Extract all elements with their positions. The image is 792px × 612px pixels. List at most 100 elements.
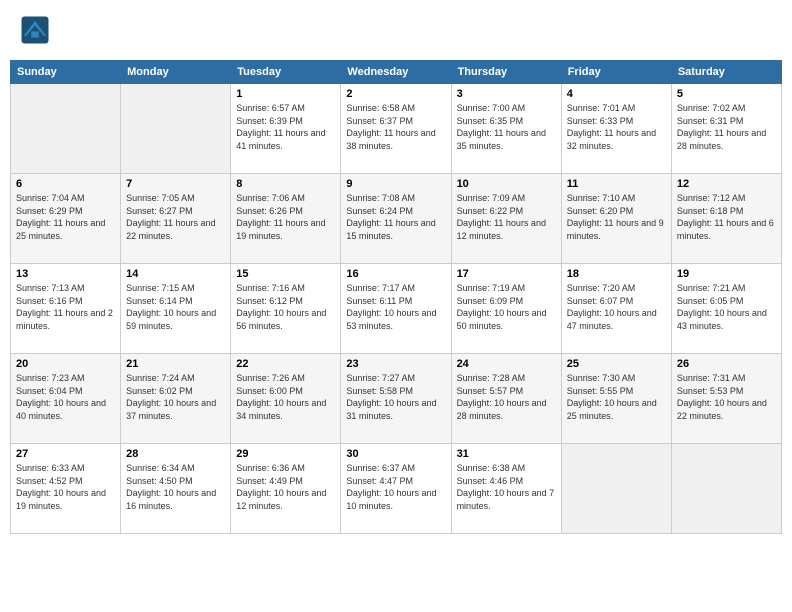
day-info: Sunrise: 7:05 AM Sunset: 6:27 PM Dayligh… bbox=[126, 192, 225, 242]
calendar-cell bbox=[11, 84, 121, 174]
day-info: Sunrise: 7:13 AM Sunset: 6:16 PM Dayligh… bbox=[16, 282, 115, 332]
day-number: 7 bbox=[126, 178, 225, 190]
day-info: Sunrise: 6:37 AM Sunset: 4:47 PM Dayligh… bbox=[346, 462, 445, 512]
calendar-cell: 17Sunrise: 7:19 AM Sunset: 6:09 PM Dayli… bbox=[451, 264, 561, 354]
day-info: Sunrise: 7:02 AM Sunset: 6:31 PM Dayligh… bbox=[677, 102, 776, 152]
calendar-week-2: 6Sunrise: 7:04 AM Sunset: 6:29 PM Daylig… bbox=[11, 174, 782, 264]
weekday-wednesday: Wednesday bbox=[341, 61, 451, 84]
calendar-cell: 11Sunrise: 7:10 AM Sunset: 6:20 PM Dayli… bbox=[561, 174, 671, 264]
day-number: 30 bbox=[346, 448, 445, 460]
calendar-cell: 24 Sunrise: 7:28 AM Sunset: 5:57 PM Dayli… bbox=[451, 354, 561, 444]
weekday-thursday: Thursday bbox=[451, 61, 561, 84]
calendar-cell: 10 Sunrise: 7:09 AM Sunset: 6:22 PM Dayli… bbox=[451, 174, 561, 264]
day-info: Sunrise: 6:33 AM Sunset: 4:52 PM Dayligh… bbox=[16, 462, 115, 512]
day-info: Sunrise: 6:58 AM Sunset: 6:37 PM Dayligh… bbox=[346, 102, 445, 152]
day-number: 13 bbox=[16, 268, 115, 280]
calendar-cell: 21 Sunrise: 7:24 AM Sunset: 6:02 PM Dayli… bbox=[121, 354, 231, 444]
day-info: Sunrise: 7:28 AM Sunset: 5:57 PM Dayligh… bbox=[457, 372, 556, 422]
calendar-cell: 2 Sunrise: 6:58 AM Sunset: 6:37 PM Daylig… bbox=[341, 84, 451, 174]
day-info: Sunrise: 7:15 AM Sunset: 6:14 PM Dayligh… bbox=[126, 282, 225, 332]
day-number: 2 bbox=[346, 88, 445, 100]
day-number: 14 bbox=[126, 268, 225, 280]
weekday-saturday: Saturday bbox=[671, 61, 781, 84]
weekday-tuesday: Tuesday bbox=[231, 61, 341, 84]
day-info: Sunrise: 7:27 AM Sunset: 5:58 PM Dayligh… bbox=[346, 372, 445, 422]
calendar-cell: 28 Sunrise: 6:34 AM Sunset: 4:50 PM Dayli… bbox=[121, 444, 231, 534]
calendar-week-3: 13 Sunrise: 7:13 AM Sunset: 6:16 PM Dayli… bbox=[11, 264, 782, 354]
calendar-cell: 16Sunrise: 7:17 AM Sunset: 6:11 PM Dayli… bbox=[341, 264, 451, 354]
day-number: 9 bbox=[346, 178, 445, 190]
day-number: 31 bbox=[457, 448, 556, 460]
calendar-cell: 20Sunrise: 7:23 AM Sunset: 6:04 PM Dayli… bbox=[11, 354, 121, 444]
calendar-cell: 19 Sunrise: 7:21 AM Sunset: 6:05 PM Dayli… bbox=[671, 264, 781, 354]
calendar-cell: 30 Sunrise: 6:37 AM Sunset: 4:47 PM Dayli… bbox=[341, 444, 451, 534]
day-number: 8 bbox=[236, 178, 335, 190]
day-number: 27 bbox=[16, 448, 115, 460]
calendar-cell: 23 Sunrise: 7:27 AM Sunset: 5:58 PM Dayli… bbox=[341, 354, 451, 444]
calendar-cell: 29 Sunrise: 6:36 AM Sunset: 4:49 PM Dayli… bbox=[231, 444, 341, 534]
day-info: Sunrise: 7:16 AM Sunset: 6:12 PM Dayligh… bbox=[236, 282, 335, 332]
calendar-cell: 4Sunrise: 7:01 AM Sunset: 6:33 PM Daylig… bbox=[561, 84, 671, 174]
day-info: Sunrise: 7:21 AM Sunset: 6:05 PM Dayligh… bbox=[677, 282, 776, 332]
day-number: 24 bbox=[457, 358, 556, 370]
day-info: Sunrise: 7:00 AM Sunset: 6:35 PM Dayligh… bbox=[457, 102, 556, 152]
day-number: 1 bbox=[236, 88, 335, 100]
day-number: 15 bbox=[236, 268, 335, 280]
calendar-cell: 5 Sunrise: 7:02 AM Sunset: 6:31 PM Daylig… bbox=[671, 84, 781, 174]
weekday-monday: Monday bbox=[121, 61, 231, 84]
day-info: Sunrise: 6:38 AM Sunset: 4:46 PM Dayligh… bbox=[457, 462, 556, 512]
weekday-friday: Friday bbox=[561, 61, 671, 84]
logo-icon bbox=[20, 15, 50, 45]
calendar-cell: 27 Sunrise: 6:33 AM Sunset: 4:52 PM Dayli… bbox=[11, 444, 121, 534]
day-info: Sunrise: 6:34 AM Sunset: 4:50 PM Dayligh… bbox=[126, 462, 225, 512]
day-number: 26 bbox=[677, 358, 776, 370]
page-header bbox=[10, 10, 782, 50]
day-info: Sunrise: 7:20 AM Sunset: 6:07 PM Dayligh… bbox=[567, 282, 666, 332]
calendar-cell bbox=[561, 444, 671, 534]
day-number: 23 bbox=[346, 358, 445, 370]
calendar-cell: 12 Sunrise: 7:12 AM Sunset: 6:18 PM Dayli… bbox=[671, 174, 781, 264]
calendar-cell: 1 Sunrise: 6:57 AM Sunset: 6:39 PM Daylig… bbox=[231, 84, 341, 174]
day-number: 11 bbox=[567, 178, 666, 190]
logo bbox=[20, 15, 54, 45]
calendar-cell: 26 Sunrise: 7:31 AM Sunset: 5:53 PM Dayli… bbox=[671, 354, 781, 444]
day-info: Sunrise: 7:26 AM Sunset: 6:00 PM Dayligh… bbox=[236, 372, 335, 422]
calendar-cell bbox=[121, 84, 231, 174]
calendar-cell: 6Sunrise: 7:04 AM Sunset: 6:29 PM Daylig… bbox=[11, 174, 121, 264]
day-info: Sunrise: 7:19 AM Sunset: 6:09 PM Dayligh… bbox=[457, 282, 556, 332]
day-number: 16 bbox=[346, 268, 445, 280]
calendar-cell: 3 Sunrise: 7:00 AM Sunset: 6:35 PM Daylig… bbox=[451, 84, 561, 174]
calendar-cell: 7 Sunrise: 7:05 AM Sunset: 6:27 PM Daylig… bbox=[121, 174, 231, 264]
calendar-cell: 8Sunrise: 7:06 AM Sunset: 6:26 PM Daylig… bbox=[231, 174, 341, 264]
day-info: Sunrise: 7:09 AM Sunset: 6:22 PM Dayligh… bbox=[457, 192, 556, 242]
day-info: Sunrise: 6:36 AM Sunset: 4:49 PM Dayligh… bbox=[236, 462, 335, 512]
day-info: Sunrise: 7:31 AM Sunset: 5:53 PM Dayligh… bbox=[677, 372, 776, 422]
calendar-cell: 18 Sunrise: 7:20 AM Sunset: 6:07 PM Dayli… bbox=[561, 264, 671, 354]
weekday-sunday: Sunday bbox=[11, 61, 121, 84]
day-info: Sunrise: 6:57 AM Sunset: 6:39 PM Dayligh… bbox=[236, 102, 335, 152]
day-number: 29 bbox=[236, 448, 335, 460]
day-number: 12 bbox=[677, 178, 776, 190]
day-number: 5 bbox=[677, 88, 776, 100]
day-number: 22 bbox=[236, 358, 335, 370]
calendar-cell: 31 Sunrise: 6:38 AM Sunset: 4:46 PM Dayli… bbox=[451, 444, 561, 534]
day-number: 6 bbox=[16, 178, 115, 190]
day-info: Sunrise: 7:30 AM Sunset: 5:55 PM Dayligh… bbox=[567, 372, 666, 422]
calendar-table: SundayMondayTuesdayWednesdayThursdayFrid… bbox=[10, 60, 782, 534]
day-info: Sunrise: 7:24 AM Sunset: 6:02 PM Dayligh… bbox=[126, 372, 225, 422]
day-number: 19 bbox=[677, 268, 776, 280]
day-info: Sunrise: 7:08 AM Sunset: 6:24 PM Dayligh… bbox=[346, 192, 445, 242]
day-info: Sunrise: 7:01 AM Sunset: 6:33 PM Dayligh… bbox=[567, 102, 666, 152]
calendar-cell: 13 Sunrise: 7:13 AM Sunset: 6:16 PM Dayli… bbox=[11, 264, 121, 354]
calendar-cell bbox=[671, 444, 781, 534]
calendar-week-5: 27 Sunrise: 6:33 AM Sunset: 4:52 PM Dayli… bbox=[11, 444, 782, 534]
day-number: 18 bbox=[567, 268, 666, 280]
day-info: Sunrise: 7:12 AM Sunset: 6:18 PM Dayligh… bbox=[677, 192, 776, 242]
day-number: 28 bbox=[126, 448, 225, 460]
day-number: 10 bbox=[457, 178, 556, 190]
day-number: 21 bbox=[126, 358, 225, 370]
calendar-cell: 15 Sunrise: 7:16 AM Sunset: 6:12 PM Dayli… bbox=[231, 264, 341, 354]
day-number: 25 bbox=[567, 358, 666, 370]
day-number: 3 bbox=[457, 88, 556, 100]
calendar-week-1: 1 Sunrise: 6:57 AM Sunset: 6:39 PM Daylig… bbox=[11, 84, 782, 174]
